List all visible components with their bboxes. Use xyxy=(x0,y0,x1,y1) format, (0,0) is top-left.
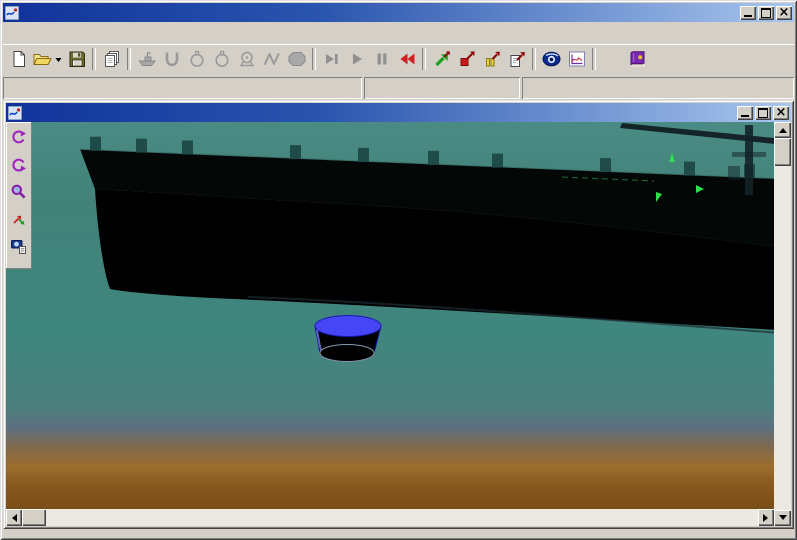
scroll-right-button[interactable] xyxy=(758,509,774,526)
view3d-window: × xyxy=(3,100,794,529)
new-3d-buoy-button xyxy=(209,47,234,71)
save-floppy-icon xyxy=(67,49,87,69)
horizontal-scroll-track[interactable] xyxy=(22,509,758,526)
replay-rewind-button[interactable] xyxy=(394,47,419,71)
status-bar xyxy=(3,76,794,99)
drag-arrows-icon xyxy=(10,210,27,227)
rotate-up-icon xyxy=(10,129,27,146)
graph-window-icon xyxy=(567,49,587,69)
new-vessel-button xyxy=(134,47,159,71)
run-statics-button[interactable] xyxy=(429,47,454,71)
close-button[interactable]: × xyxy=(776,6,792,20)
view3d-window-icon xyxy=(8,106,22,120)
3d-buoy-icon xyxy=(212,49,232,69)
main-title-bar[interactable]: × xyxy=(3,3,794,22)
view3d-toolbar xyxy=(6,122,32,269)
zoom-button[interactable] xyxy=(8,179,29,204)
replay-play-button xyxy=(344,47,369,71)
view3d-close-button[interactable]: × xyxy=(773,106,789,120)
turret-buoy[interactable] xyxy=(315,316,381,362)
orcaflex-main-window: × xyxy=(0,0,797,540)
view3d-viewport[interactable] xyxy=(6,122,774,509)
reset-icon xyxy=(507,49,527,69)
maximize-button[interactable] xyxy=(758,6,774,20)
pause-icon xyxy=(372,49,392,69)
drag-view-button[interactable] xyxy=(8,206,29,231)
rotate-view-up-button[interactable] xyxy=(8,125,29,150)
scroll-down-button[interactable] xyxy=(774,510,791,526)
model-browser-icon xyxy=(102,49,122,69)
open-dropdown-arrow-icon xyxy=(56,58,62,62)
menu-file[interactable] xyxy=(3,33,17,35)
simulation-status-panel xyxy=(364,77,520,99)
model-browser-button[interactable] xyxy=(99,47,124,71)
new-line-button xyxy=(159,47,184,71)
menu-tools[interactable] xyxy=(101,33,115,35)
v-scrollbar-thumb[interactable] xyxy=(774,138,791,166)
vessel-icon xyxy=(137,49,157,69)
run-statics-icon xyxy=(432,49,452,69)
menu-model[interactable] xyxy=(31,33,45,35)
reset-button[interactable] xyxy=(504,47,529,71)
help-button[interactable] xyxy=(625,47,650,71)
link-icon xyxy=(262,49,282,69)
help-book-icon xyxy=(627,49,648,69)
play-icon xyxy=(347,49,367,69)
vertical-scroll-track[interactable] xyxy=(774,138,791,510)
view-3d-button[interactable] xyxy=(539,47,564,71)
h-scrollbar-thumb[interactable] xyxy=(22,509,46,526)
winch-icon xyxy=(237,49,257,69)
menu-graph[interactable] xyxy=(73,33,87,35)
scroll-up-button[interactable] xyxy=(774,122,791,138)
menu-window[interactable] xyxy=(115,33,129,35)
view3d-minimize-button[interactable] xyxy=(737,106,753,120)
rotate-view-down-button[interactable] xyxy=(8,152,29,177)
view3d-title-bar[interactable]: × xyxy=(6,103,791,122)
workspace-button[interactable] xyxy=(564,47,589,71)
menu-edit[interactable] xyxy=(17,33,31,35)
run-dynamics-button[interactable] xyxy=(454,47,479,71)
magnifier-icon xyxy=(10,183,27,200)
minimize-button[interactable] xyxy=(740,6,756,20)
camera-settings-button[interactable] xyxy=(8,233,29,258)
shape-icon xyxy=(287,49,307,69)
new-link-button xyxy=(259,47,284,71)
replay-step-button xyxy=(319,47,344,71)
buoy-top-face xyxy=(315,316,381,337)
open-folder-icon xyxy=(32,49,63,69)
menu-calculation[interactable] xyxy=(45,33,59,35)
view3d-maximize-button[interactable] xyxy=(755,106,771,120)
main-toolbar xyxy=(3,44,794,74)
menu-bar xyxy=(3,24,794,43)
scroll-left-button[interactable] xyxy=(6,509,22,526)
orcaflex-app-icon xyxy=(5,6,19,20)
menu-results[interactable] xyxy=(87,33,101,35)
run-dynamics-icon xyxy=(457,49,477,69)
new-document-button[interactable] xyxy=(6,47,31,71)
new-document-icon xyxy=(9,49,29,69)
camera-icon xyxy=(10,237,27,254)
line-icon xyxy=(162,49,182,69)
step-icon xyxy=(322,49,342,69)
pause-simulation-icon xyxy=(482,49,502,69)
save-button[interactable] xyxy=(64,47,89,71)
vertical-scrollbar[interactable] xyxy=(774,122,791,526)
pause-simulation-button[interactable] xyxy=(479,47,504,71)
open-button[interactable] xyxy=(31,47,64,71)
replay-time-panel xyxy=(3,77,362,99)
replay-pause-button xyxy=(369,47,394,71)
6d-buoy-icon xyxy=(187,49,207,69)
position-panel xyxy=(522,77,794,99)
new-winch-button xyxy=(234,47,259,71)
rewind-icon xyxy=(397,49,417,69)
new-shape-button xyxy=(284,47,309,71)
horizontal-scrollbar[interactable] xyxy=(6,509,774,526)
menu-view[interactable] xyxy=(59,33,73,35)
new-6d-buoy-button xyxy=(184,47,209,71)
menu-help[interactable] xyxy=(129,33,143,35)
buoy-bottom-face xyxy=(320,345,374,362)
rotate-down-icon xyxy=(10,156,27,173)
eye-icon xyxy=(541,49,562,69)
